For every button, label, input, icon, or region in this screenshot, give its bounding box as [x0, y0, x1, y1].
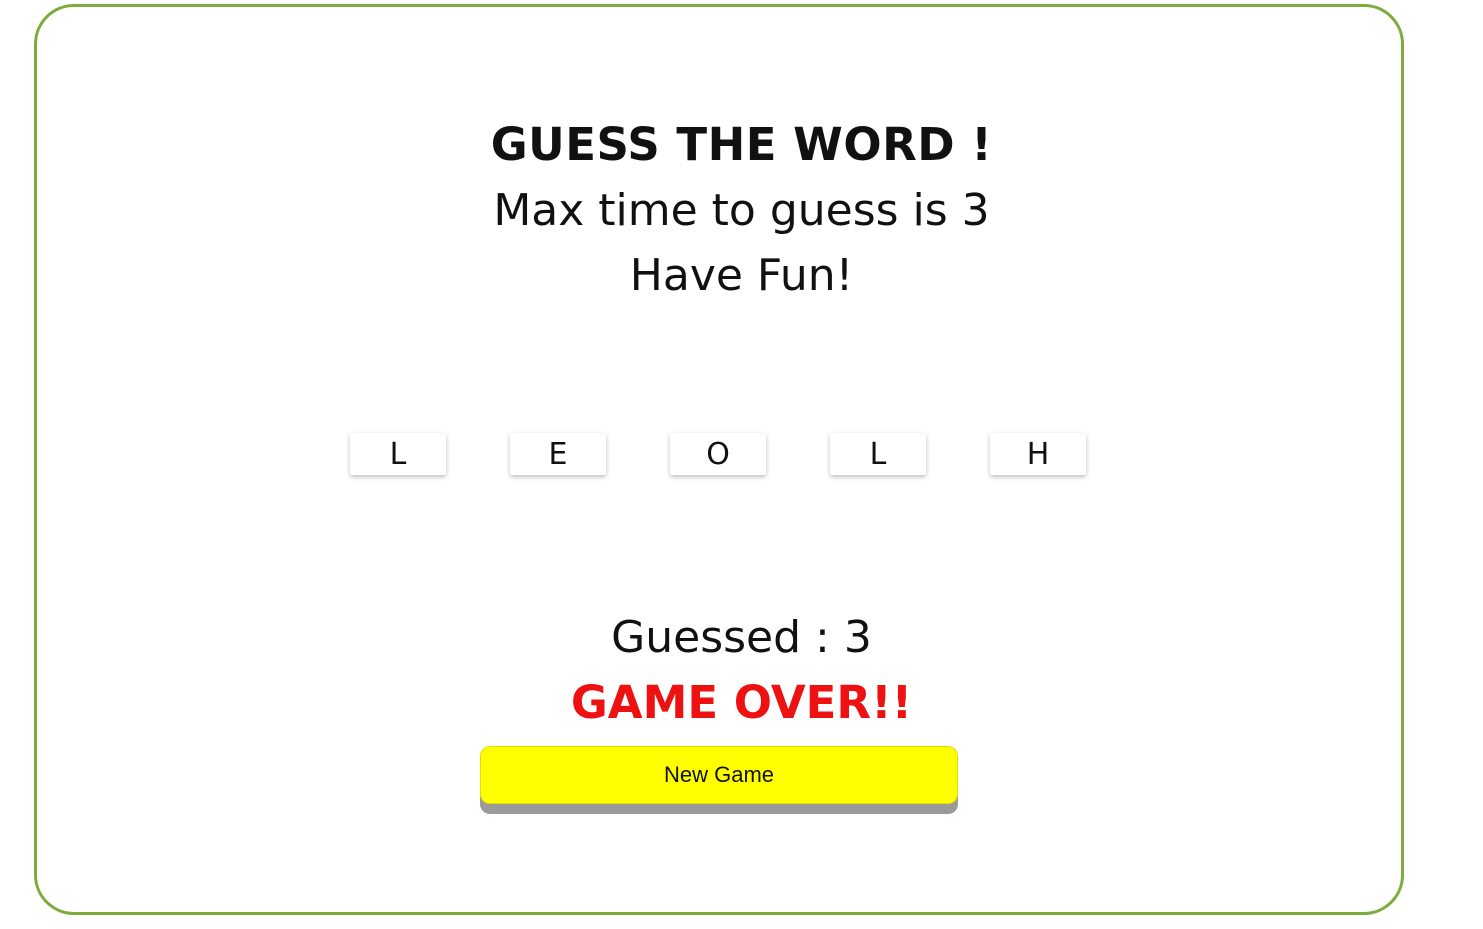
letter-tile[interactable]: H — [990, 433, 1086, 475]
letter-tiles: L E O L H — [350, 433, 1090, 477]
game-over-status: GAME OVER!! — [570, 676, 913, 729]
tagline-text: Have Fun! — [629, 250, 854, 301]
letter-tile[interactable]: L — [830, 433, 926, 475]
letter-tile[interactable]: E — [510, 433, 606, 475]
guessed-count: Guessed : 3 — [611, 612, 872, 663]
letter-tile[interactable]: L — [350, 433, 446, 475]
new-game-button[interactable]: New Game — [480, 746, 958, 804]
letter-tile[interactable]: O — [670, 433, 766, 475]
game-title: GUESS THE WORD ! — [490, 118, 993, 171]
max-guesses-text: Max time to guess is 3 — [493, 185, 990, 236]
